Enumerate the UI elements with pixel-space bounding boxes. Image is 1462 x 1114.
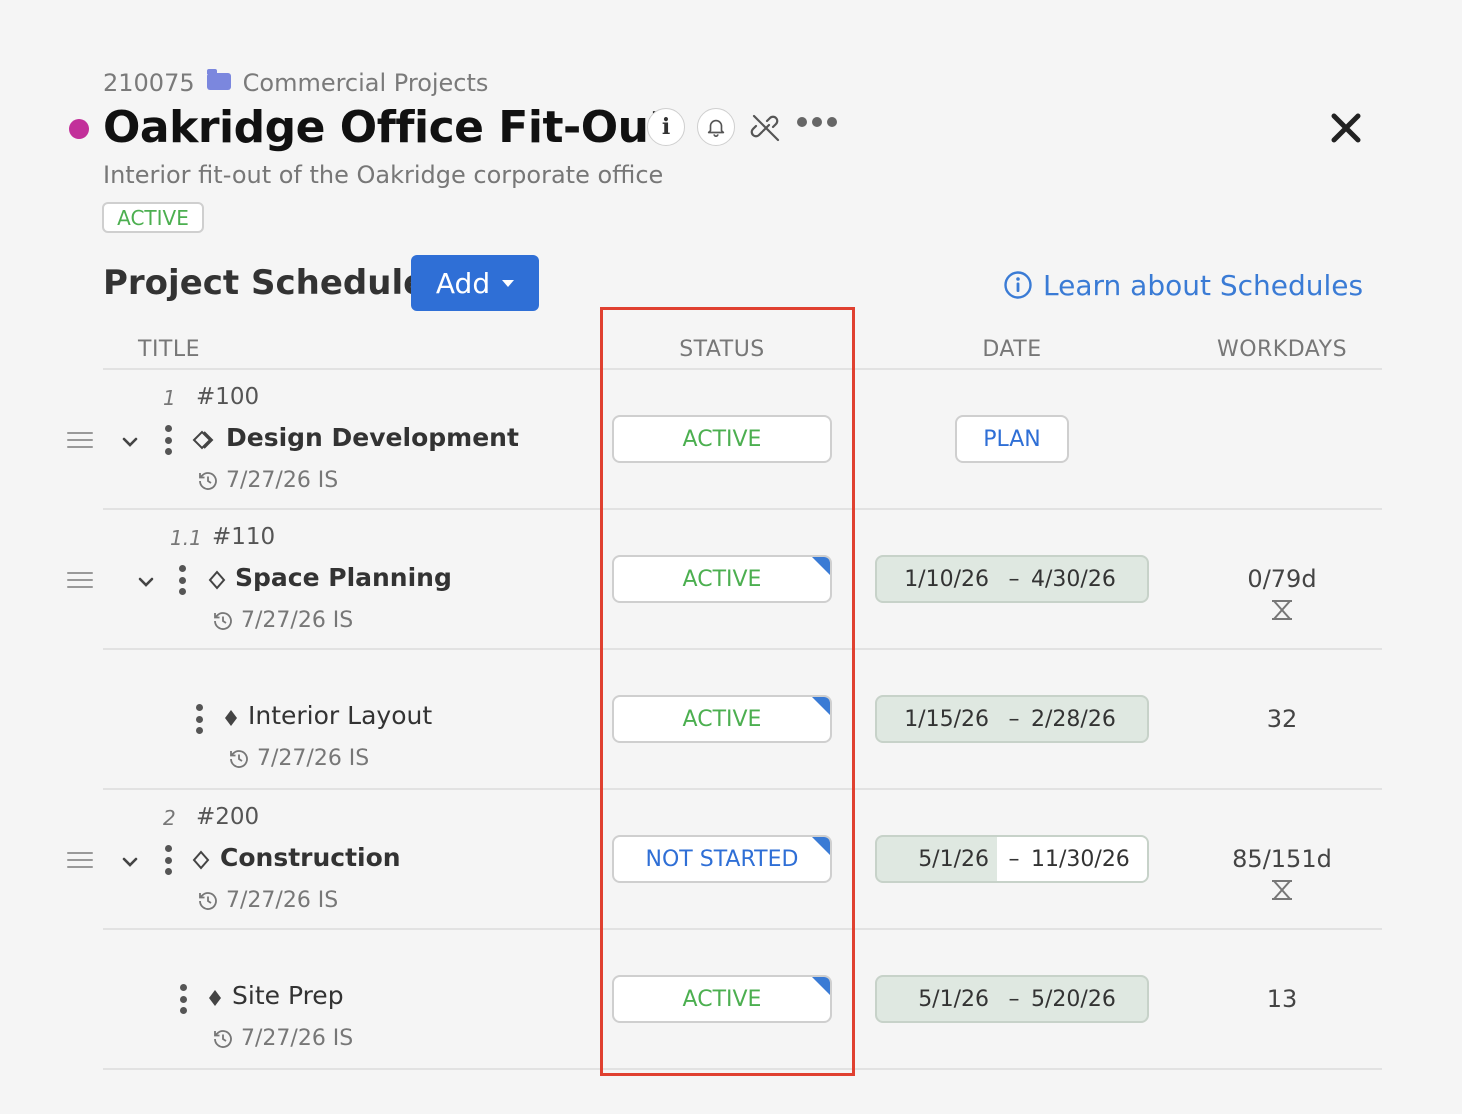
history-icon — [199, 471, 217, 490]
row-meta-text: 7/27/26 IS — [226, 468, 339, 493]
hourglass-icon — [1272, 880, 1292, 900]
row-meta: 7/27/26 IS — [196, 468, 338, 493]
learn-link-text: Learn about Schedules — [1043, 268, 1364, 302]
section-title: Project Schedule — [103, 263, 427, 303]
hourglass-icon — [1272, 600, 1292, 620]
date-end: 5/20/26 — [1031, 986, 1116, 1012]
add-button[interactable]: Add — [411, 255, 539, 311]
workdays-value: 13 — [1266, 985, 1298, 1013]
date-end: 11/30/26 — [1031, 846, 1130, 872]
chevron-down-icon[interactable] — [137, 573, 155, 591]
breadcrumb: 210075 Commercial Projects — [103, 66, 488, 100]
row-number: 2 — [163, 806, 176, 830]
drag-handle-icon[interactable] — [67, 432, 93, 448]
row-meta-text: 7/27/26 IS — [257, 746, 370, 771]
history-icon — [214, 1029, 232, 1048]
date-start: 5/1/26 — [918, 986, 989, 1012]
row-meta: 7/27/26 IS — [211, 608, 353, 633]
column-header-title[interactable]: TITLE — [138, 334, 200, 366]
project-color-dot — [69, 119, 89, 139]
page-title: Oakridge Office Fit-Out — [103, 102, 670, 153]
row-ref: #100 — [196, 384, 260, 410]
row-ref: #110 — [212, 524, 276, 550]
row-meta: 7/27/26 IS — [211, 1026, 353, 1051]
learn-schedules-link[interactable]: Learn about Schedules — [1003, 264, 1363, 306]
date-range-pill[interactable]: 1/15/26 – 2/28/26 — [875, 695, 1149, 743]
date-end: 2/28/26 — [1031, 706, 1116, 732]
row-meta: 7/27/26 IS — [196, 888, 338, 913]
row-ref: #200 — [196, 804, 260, 830]
date-range-pill[interactable]: 1/10/26 – 4/30/26 — [875, 555, 1149, 603]
summary-task-icon — [192, 430, 214, 450]
date-separator: – — [1008, 846, 1020, 872]
chevron-down-icon[interactable] — [121, 433, 139, 451]
milestone-outline-icon — [208, 570, 226, 590]
more-icon[interactable] — [797, 117, 837, 127]
history-icon — [230, 749, 248, 768]
add-button-label: Add — [435, 266, 491, 300]
history-icon — [214, 611, 232, 630]
row-menu-icon[interactable] — [195, 704, 203, 734]
row-menu-icon[interactable] — [178, 565, 186, 595]
date-range-pill[interactable]: 5/1/26 – 5/20/26 — [875, 975, 1149, 1023]
date-start: 1/10/26 — [904, 566, 989, 592]
row-title[interactable]: Interior Layout — [248, 701, 432, 730]
row-menu-icon[interactable] — [179, 984, 187, 1014]
date-end: 4/30/26 — [1031, 566, 1116, 592]
row-number: 1.1 — [170, 526, 202, 550]
drag-handle-icon[interactable] — [67, 852, 93, 868]
drag-handle-icon[interactable] — [67, 572, 93, 588]
row-meta: 7/27/26 IS — [227, 746, 369, 771]
close-icon[interactable] — [1326, 108, 1366, 148]
milestone-filled-icon — [209, 990, 221, 1006]
workdays-value: 0/79d — [1247, 565, 1317, 593]
row-meta-text: 7/27/26 IS — [241, 1026, 354, 1051]
unlink-icon[interactable] — [748, 110, 784, 146]
date-start: 5/1/26 — [918, 846, 989, 872]
date-separator: – — [1008, 706, 1020, 732]
folder-icon — [206, 68, 231, 90]
milestone-filled-icon — [225, 710, 237, 726]
plan-button[interactable]: PLAN — [955, 415, 1069, 463]
workdays-value: 85/151d — [1232, 845, 1332, 873]
row-number: 1 — [163, 386, 176, 410]
date-range-pill[interactable]: 5/1/26 – 11/30/26 — [875, 835, 1149, 883]
folder-link[interactable]: Commercial Projects — [243, 69, 489, 97]
row-title[interactable]: Design Development — [226, 423, 519, 452]
info-circle-icon — [1004, 271, 1032, 299]
row-title[interactable]: Construction — [220, 843, 401, 872]
column-header-date[interactable]: DATE — [876, 334, 1148, 366]
status-badge: ACTIVE — [102, 202, 204, 233]
info-icon[interactable]: i — [647, 108, 685, 146]
row-menu-icon[interactable] — [164, 425, 172, 455]
row-meta-text: 7/27/26 IS — [241, 608, 354, 633]
bell-icon[interactable] — [697, 108, 735, 146]
row-meta-text: 7/27/26 IS — [226, 888, 339, 913]
column-header-workdays[interactable]: WORKDAYS — [1182, 334, 1382, 366]
date-separator: – — [1008, 986, 1020, 1012]
date-separator: – — [1008, 566, 1020, 592]
date-start: 1/15/26 — [904, 706, 989, 732]
project-description: Interior fit-out of the Oakridge corpora… — [103, 161, 664, 189]
project-number: 210075 — [103, 69, 195, 97]
row-menu-icon[interactable] — [164, 845, 172, 875]
row-title[interactable]: Site Prep — [232, 981, 344, 1010]
caret-down-icon — [502, 279, 515, 287]
chevron-down-icon[interactable] — [121, 853, 139, 871]
row-title[interactable]: Space Planning — [235, 563, 452, 592]
history-icon — [199, 891, 217, 910]
status-column-highlight — [600, 307, 855, 1076]
milestone-outline-icon — [192, 850, 210, 870]
workdays-value: 32 — [1266, 705, 1298, 733]
